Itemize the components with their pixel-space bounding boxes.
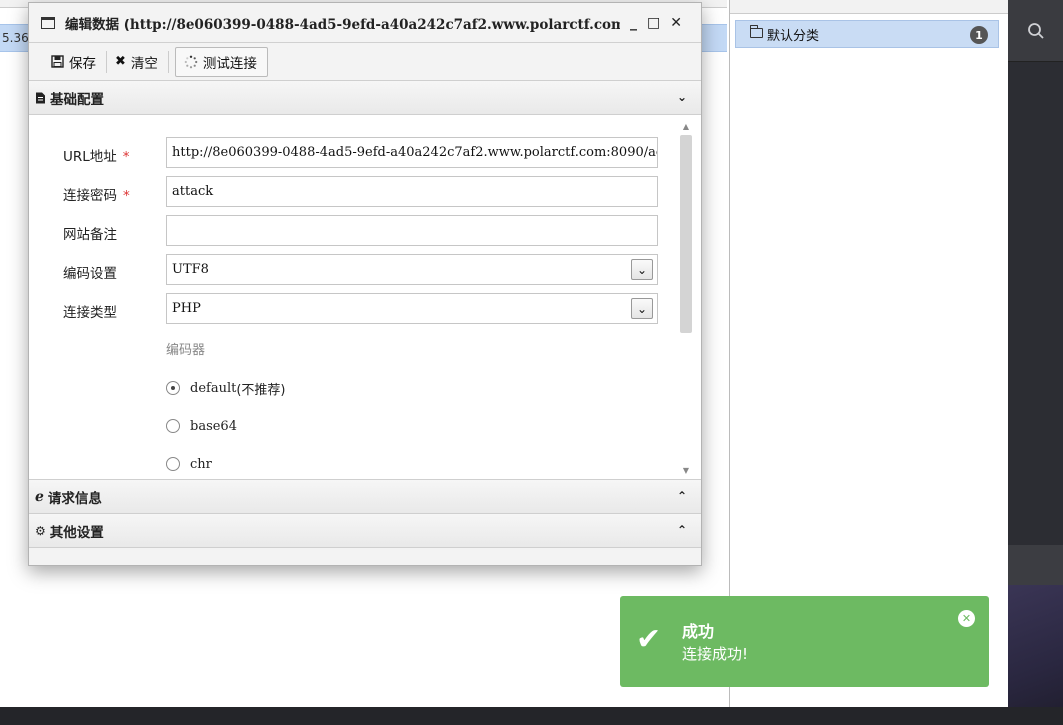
section-basic-config[interactable]: 基础配置 ⌄ bbox=[29, 81, 701, 115]
success-toast: ✔ 成功 连接成功! ✕ bbox=[620, 596, 989, 687]
spinner-icon bbox=[184, 55, 198, 68]
section-title: 请求信息 bbox=[47, 490, 102, 507]
chevron-up-icon: ⌃ bbox=[676, 489, 687, 503]
encoding-label: 编码设置 bbox=[63, 266, 117, 282]
close-button[interactable]: ✕ bbox=[670, 15, 682, 31]
toolbar-divider bbox=[167, 50, 169, 73]
document-icon bbox=[36, 92, 45, 103]
x-icon: ✖ bbox=[115, 54, 126, 69]
table-cell: 5.36 bbox=[2, 31, 29, 45]
save-label: 保存 bbox=[69, 55, 96, 72]
encoder-note: (不推荐) bbox=[236, 382, 286, 398]
desktop-panel bbox=[1008, 545, 1063, 585]
chevron-down-icon: ⌄ bbox=[631, 259, 653, 280]
encoder-name: default bbox=[190, 380, 237, 396]
search-button[interactable] bbox=[1008, 0, 1063, 62]
encoder-label: 编码器 bbox=[166, 343, 206, 358]
test-label: 测试连接 bbox=[202, 55, 257, 72]
encoder-option-chr[interactable]: chr bbox=[166, 453, 212, 475]
scroll-down-icon[interactable]: ▼ bbox=[679, 465, 693, 477]
encoder-option-base64[interactable]: base64 bbox=[166, 415, 237, 437]
toast-message: 连接成功! bbox=[682, 645, 749, 663]
section-other-settings[interactable]: ⚙ 其他设置 ⌃ bbox=[29, 514, 701, 548]
encoding-row: 编码设置 UTF8 ⌄ bbox=[29, 254, 669, 286]
app-window: 5.36 默认分类 1 编辑数据 (http://8e060399-0488-4… bbox=[0, 0, 1008, 707]
scroll-thumb[interactable] bbox=[680, 135, 692, 333]
radio-button[interactable] bbox=[166, 457, 180, 471]
close-icon[interactable]: ✕ bbox=[958, 610, 975, 627]
toast-title: 成功 bbox=[682, 622, 715, 641]
count-badge: 1 bbox=[970, 26, 988, 44]
gears-icon: ⚙ bbox=[35, 523, 46, 538]
category-toolbar bbox=[730, 0, 1008, 14]
type-select[interactable]: PHP ⌄ bbox=[166, 293, 658, 324]
desktop-right-strip bbox=[1008, 0, 1063, 725]
search-icon bbox=[1027, 22, 1044, 39]
chevron-up-icon: ⌃ bbox=[676, 523, 687, 537]
save-button[interactable]: 保存 bbox=[43, 47, 106, 77]
encoder-name: chr bbox=[190, 456, 212, 472]
category-label: 默认分类 bbox=[767, 28, 820, 44]
test-connection-button[interactable]: 测试连接 bbox=[174, 46, 268, 77]
basic-config-form: URL地址 * http://8e060399-0488-4ad5-9efd-a4… bbox=[29, 115, 701, 480]
dialog-toolbar: 保存 ✖ 清空 测试连接 bbox=[29, 43, 701, 81]
form-scrollbar[interactable]: ▲ ▼ bbox=[679, 121, 693, 477]
password-input[interactable]: attack bbox=[166, 176, 658, 207]
category-item-default[interactable]: 默认分类 1 bbox=[735, 20, 999, 48]
minimize-button[interactable]: _ bbox=[630, 15, 637, 31]
scroll-up-icon[interactable]: ▲ bbox=[679, 121, 693, 133]
password-row: 连接密码 * attack bbox=[29, 176, 669, 208]
encoder-name: base64 bbox=[190, 418, 237, 434]
folder-icon bbox=[749, 25, 763, 38]
encoder-option-default[interactable]: default (不推荐) bbox=[166, 377, 286, 399]
window-icon bbox=[41, 16, 55, 29]
dialog-title: 编辑数据 (http://8e060399-0488-4ad5-9efd-a40… bbox=[65, 16, 620, 33]
encoding-select[interactable]: UTF8 ⌄ bbox=[166, 254, 658, 285]
note-label: 网站备注 bbox=[63, 227, 117, 243]
password-label: 连接密码 * bbox=[63, 188, 130, 204]
checkmark-icon: ✔ bbox=[636, 622, 662, 657]
url-label: URL地址 * bbox=[63, 149, 130, 165]
desktop-wallpaper bbox=[1008, 585, 1063, 725]
clear-button[interactable]: ✖ 清空 bbox=[107, 47, 168, 77]
section-title: 其他设置 bbox=[49, 524, 104, 541]
section-title: 基础配置 bbox=[50, 91, 104, 108]
chevron-down-icon: ⌄ bbox=[676, 90, 687, 104]
radio-button[interactable] bbox=[166, 419, 180, 433]
section-request-info[interactable]: ℯ 请求信息 ⌃ bbox=[29, 480, 701, 514]
radio-button[interactable] bbox=[166, 381, 180, 395]
clear-label: 清空 bbox=[130, 55, 158, 72]
type-value: PHP bbox=[172, 301, 201, 316]
url-input[interactable]: http://8e060399-0488-4ad5-9efd-a40a242c7… bbox=[166, 137, 658, 168]
note-input[interactable] bbox=[166, 215, 658, 246]
edit-data-dialog: 编辑数据 (http://8e060399-0488-4ad5-9efd-a40… bbox=[28, 2, 702, 566]
taskbar bbox=[0, 707, 1063, 725]
chevron-down-icon: ⌄ bbox=[631, 298, 653, 319]
type-label: 连接类型 bbox=[63, 305, 117, 321]
type-row: 连接类型 PHP ⌄ bbox=[29, 293, 669, 325]
encoding-value: UTF8 bbox=[172, 262, 209, 277]
dialog-titlebar[interactable]: 编辑数据 (http://8e060399-0488-4ad5-9efd-a40… bbox=[29, 3, 701, 43]
note-row: 网站备注 bbox=[29, 215, 669, 247]
browser-e-icon: ℯ bbox=[35, 488, 44, 505]
floppy-icon bbox=[51, 55, 64, 68]
maximize-button[interactable]: □ bbox=[647, 15, 660, 31]
url-row: URL地址 * http://8e060399-0488-4ad5-9efd-a4… bbox=[29, 137, 669, 169]
